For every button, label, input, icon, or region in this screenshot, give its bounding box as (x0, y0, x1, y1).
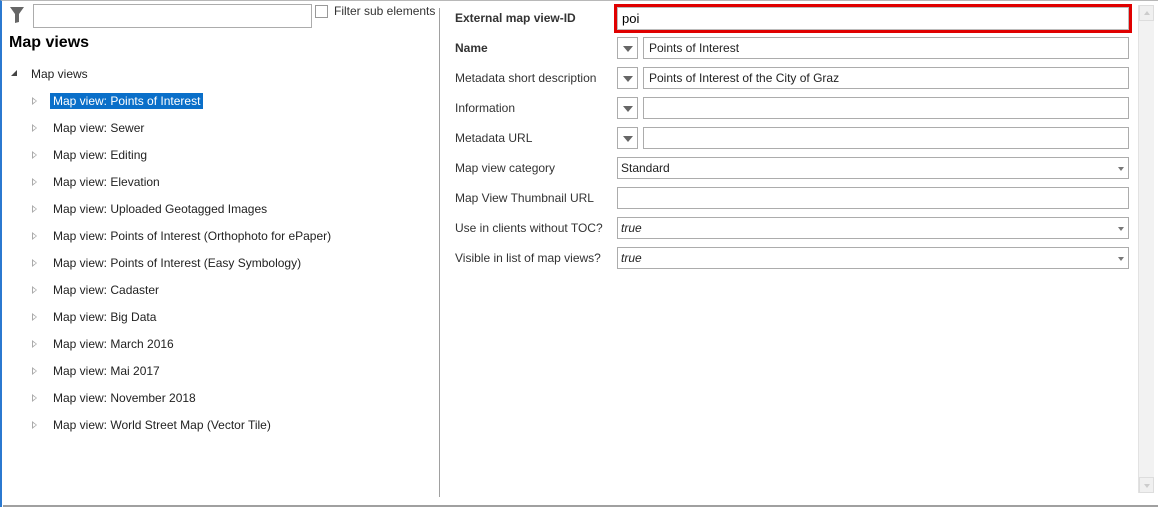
information-label: Information (455, 101, 516, 115)
tree-item-label[interactable]: Map view: Points of Interest (Easy Symbo… (50, 255, 304, 271)
tree-item-label[interactable]: Map view: World Street Map (Vector Tile) (50, 417, 274, 433)
meta-short-input[interactable]: Points of Interest of the City of Graz (643, 67, 1129, 89)
tree-item-label[interactable]: Map view: Sewer (50, 120, 147, 136)
tree-item[interactable]: Map view: Sewer (32, 119, 147, 137)
tree-item[interactable]: Map view: Editing (32, 146, 150, 164)
name-label: Name (455, 41, 488, 55)
category-label: Map view category (455, 161, 556, 175)
tree-item[interactable]: Map view: Uploaded Geotagged Images (32, 200, 270, 218)
tree-item[interactable]: Map view: Points of Interest (Orthophoto… (32, 227, 334, 245)
external-id-input[interactable]: poi (614, 4, 1132, 33)
name-input[interactable]: Points of Interest (643, 37, 1129, 59)
chevron-down-icon (1118, 257, 1124, 261)
tree-item-label[interactable]: Map view: Editing (50, 147, 150, 163)
panel-title: Map views (9, 34, 90, 51)
scroll-up-button[interactable] (1139, 5, 1154, 21)
expand-icon[interactable] (32, 97, 37, 105)
expand-icon[interactable] (32, 124, 37, 132)
tree-item-label[interactable]: Map view: Points of Interest (Orthophoto… (50, 228, 334, 244)
tree-item[interactable]: Map view: Points of Interest (Easy Symbo… (32, 254, 304, 272)
tree-item-label[interactable]: Map view: Big Data (50, 309, 159, 325)
no-toc-value: true (621, 221, 642, 235)
expand-icon[interactable] (32, 394, 37, 402)
chevron-down-icon (1118, 167, 1124, 171)
meta-url-label: Metadata URL (455, 131, 533, 145)
tree-item[interactable]: Map view: World Street Map (Vector Tile) (32, 416, 274, 434)
tree-item-label[interactable]: Map view: November 2018 (50, 390, 199, 406)
tree-item[interactable]: Map view: November 2018 (32, 389, 199, 407)
tree-item[interactable]: Map view: Mai 2017 (32, 362, 163, 380)
expand-icon[interactable] (32, 313, 37, 321)
thumb-url-label: Map View Thumbnail URL (455, 191, 594, 205)
no-toc-label: Use in clients without TOC? (455, 221, 603, 235)
tree-item[interactable]: Map view: Elevation (32, 173, 163, 191)
expand-icon[interactable] (32, 367, 37, 375)
tree-item[interactable]: Map view: Big Data (32, 308, 159, 326)
tree-item[interactable]: Map view: Points of Interest (32, 92, 204, 110)
filter-sub-elements-checkbox[interactable] (315, 5, 328, 18)
expand-icon[interactable] (32, 178, 37, 186)
visible-select[interactable]: true (617, 247, 1129, 269)
meta-short-language-dropdown[interactable] (617, 67, 638, 89)
scroll-down-button[interactable] (1139, 477, 1154, 493)
tree-item-label[interactable]: Map view: Elevation (50, 174, 163, 190)
meta-short-label: Metadata short description (455, 71, 597, 85)
name-language-dropdown[interactable] (617, 37, 638, 59)
collapse-icon[interactable] (11, 70, 17, 76)
information-input[interactable] (643, 97, 1129, 119)
thumb-url-input[interactable] (617, 187, 1129, 209)
chevron-down-icon (1118, 227, 1124, 231)
tree-item-label[interactable]: Map view: March 2016 (50, 336, 177, 352)
tree-root[interactable]: Map views (31, 67, 88, 81)
filter-sub-elements-label[interactable]: Filter sub elements (334, 4, 435, 18)
external-id-label: External map view-ID (455, 11, 576, 25)
expand-icon[interactable] (32, 421, 37, 429)
expand-icon[interactable] (32, 259, 37, 267)
expand-icon[interactable] (32, 205, 37, 213)
category-select[interactable]: Standard (617, 157, 1129, 179)
filter-icon[interactable] (9, 6, 25, 24)
meta-url-input[interactable] (643, 127, 1129, 149)
visible-value: true (621, 251, 642, 265)
vertical-scrollbar[interactable] (1138, 5, 1154, 493)
category-value: Standard (621, 161, 670, 175)
expand-icon[interactable] (32, 151, 37, 159)
tree-item-label[interactable]: Map view: Points of Interest (50, 93, 204, 109)
expand-icon[interactable] (32, 340, 37, 348)
tree-item[interactable]: Map view: Cadaster (32, 281, 162, 299)
information-language-dropdown[interactable] (617, 97, 638, 119)
no-toc-select[interactable]: true (617, 217, 1129, 239)
meta-url-language-dropdown[interactable] (617, 127, 638, 149)
expand-icon[interactable] (32, 232, 37, 240)
expand-icon[interactable] (32, 286, 37, 294)
tree-item[interactable]: Map view: March 2016 (32, 335, 177, 353)
tree-item-label[interactable]: Map view: Uploaded Geotagged Images (50, 201, 270, 217)
visible-label: Visible in list of map views? (455, 251, 601, 265)
filter-input[interactable] (33, 4, 312, 28)
tree-item-label[interactable]: Map view: Cadaster (50, 282, 162, 298)
splitter[interactable] (439, 8, 440, 497)
tree-item-label[interactable]: Map view: Mai 2017 (50, 363, 163, 379)
